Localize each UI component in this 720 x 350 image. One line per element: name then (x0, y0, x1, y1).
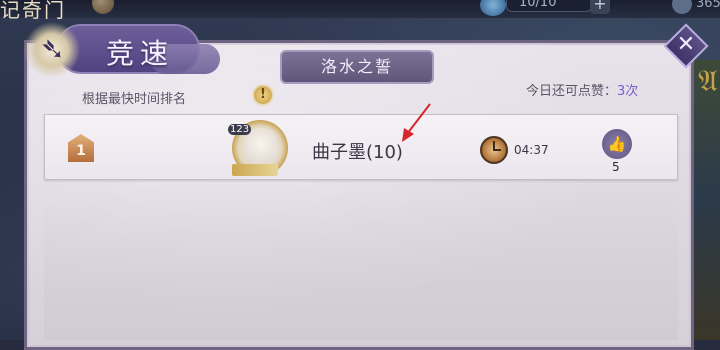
tab-luoshui[interactable]: 洛水之誓 (280, 50, 434, 84)
panel-title: 竞速 (106, 37, 175, 70)
likes-remaining-label: 今日还可点赞： (526, 84, 618, 99)
avatar-book-icon (232, 164, 278, 176)
avatar-level-badge: 123 (228, 124, 252, 135)
close-icon[interactable]: ✕ (670, 28, 702, 60)
add-energy-button[interactable]: + (590, 0, 610, 14)
avatar-portrait (244, 128, 278, 168)
like-count: 5 (612, 160, 620, 174)
likes-remaining-value: 3次 (617, 84, 639, 99)
bird-icon: ➴ (40, 32, 66, 67)
energy-counter: 10/10 (506, 0, 592, 12)
header-badge: ➴ 竞速 (0, 14, 220, 80)
red-arrow-annotation (402, 103, 431, 142)
info-icon[interactable]: ! (252, 84, 274, 106)
like-button[interactable]: 👍 (602, 129, 632, 159)
player-name: 曲子墨(10) (312, 142, 403, 163)
side-glyph-icon: 𝔄 (698, 64, 718, 99)
currency-value: 365 (696, 0, 720, 11)
ranking-rule-text: 根据最快时间排名 (82, 92, 187, 107)
finish-time: 04:37 (514, 143, 549, 157)
side-decoration (692, 60, 720, 340)
likes-remaining: 今日还可点赞：3次 (526, 80, 638, 99)
empty-list-area (44, 186, 678, 340)
